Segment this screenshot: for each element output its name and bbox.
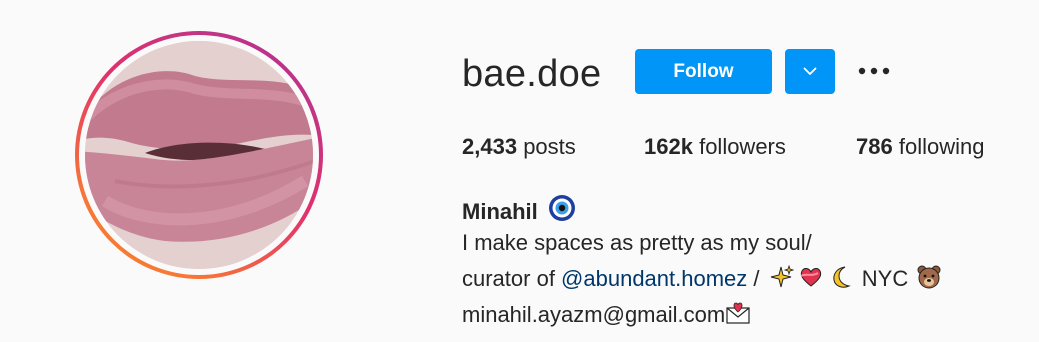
ellipsis-icon bbox=[858, 62, 890, 80]
followers-stat[interactable]: 162k followers bbox=[644, 132, 786, 162]
followers-count: 162k bbox=[644, 134, 693, 159]
followers-label: followers bbox=[699, 134, 786, 159]
bio-text: curator of bbox=[462, 266, 562, 291]
nazar-amulet-icon bbox=[548, 194, 576, 230]
full-name-row: Minahil bbox=[462, 194, 576, 230]
lips-photo bbox=[85, 41, 313, 269]
profile-avatar[interactable] bbox=[75, 31, 323, 279]
following-stat[interactable]: 786 following bbox=[856, 132, 984, 162]
username: bae.doe bbox=[462, 53, 602, 95]
more-options-button[interactable] bbox=[856, 58, 892, 84]
mention-link[interactable]: @abundant.homez bbox=[561, 266, 747, 291]
bio-email: minahil.ayazm@gmail.com bbox=[462, 302, 726, 327]
bio-line-1: I make spaces as pretty as my soul/ bbox=[462, 230, 812, 255]
bio-line-2: curator of @abundant.homez / NYC bbox=[462, 264, 944, 294]
bear-face-icon bbox=[916, 264, 942, 290]
posts-label: posts bbox=[523, 134, 576, 159]
bio-city: NYC bbox=[855, 266, 915, 291]
chevron-down-icon bbox=[803, 63, 817, 81]
full-name: Minahil bbox=[462, 199, 538, 224]
sparkles-icon bbox=[768, 264, 794, 290]
bio-line-3: minahil.ayazm@gmail.com bbox=[462, 300, 753, 330]
heart-icon bbox=[798, 264, 824, 290]
follow-button[interactable]: Follow bbox=[635, 49, 772, 94]
crescent-moon-icon bbox=[828, 264, 854, 290]
posts-count: 2,433 bbox=[462, 134, 518, 159]
following-count: 786 bbox=[856, 134, 893, 159]
posts-stat: 2,433 posts bbox=[462, 132, 576, 162]
love-letter-icon bbox=[725, 300, 751, 326]
bio-separator: / bbox=[747, 266, 766, 291]
following-label: following bbox=[898, 134, 985, 159]
avatar-image bbox=[85, 41, 313, 269]
suggested-accounts-button[interactable] bbox=[785, 49, 835, 94]
